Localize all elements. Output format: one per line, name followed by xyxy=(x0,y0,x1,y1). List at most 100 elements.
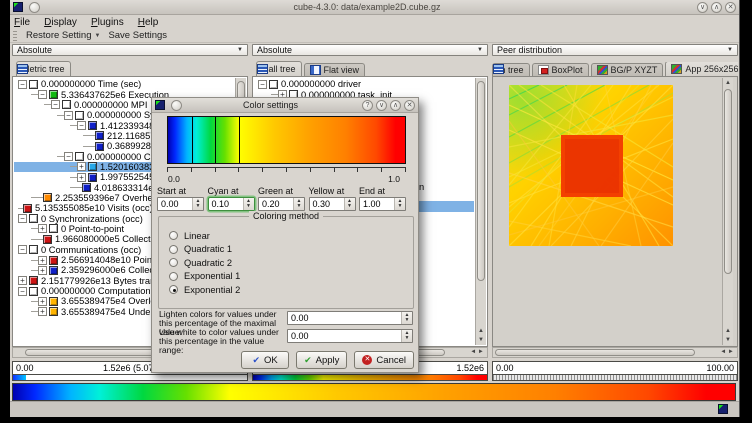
scale-min-label: 0.0 xyxy=(168,174,180,184)
tab-call-tree[interactable]: Call tree xyxy=(256,61,302,76)
boxplot-icon xyxy=(538,65,549,75)
spinbox-arrows[interactable]: ▲▼ xyxy=(401,330,412,342)
radio-icon[interactable] xyxy=(169,258,178,267)
system-vertical-scrollbar[interactable]: ▲ ▲▼ xyxy=(722,78,733,345)
expander-icon[interactable]: − xyxy=(258,80,267,89)
tab-boxplot[interactable]: BoxPlot xyxy=(532,63,589,76)
expander-icon[interactable]: + xyxy=(38,297,47,306)
expander-icon[interactable]: − xyxy=(77,121,86,130)
tab-app-256x256[interactable]: App 256x256 xyxy=(665,62,738,76)
radio-quadratic-1[interactable]: Quadratic 1 xyxy=(169,243,409,257)
scrollbar-arrows[interactable]: ◄ ► xyxy=(718,348,736,357)
radio-icon[interactable] xyxy=(169,231,178,240)
color-gradient-preview xyxy=(167,116,406,164)
spinbox-arrows[interactable]: ▲▼ xyxy=(192,198,203,210)
coloring-method-options: LinearQuadratic 1Quadratic 2Exponential … xyxy=(169,229,409,297)
help-icon[interactable]: ? xyxy=(362,100,373,111)
window-menu-button[interactable] xyxy=(29,2,40,13)
scrollbar-arrows[interactable]: ▲▼ xyxy=(723,327,733,345)
radio-exponential-2[interactable]: Exponential 2 xyxy=(169,283,409,297)
expander-icon[interactable]: + xyxy=(38,256,47,265)
expander-icon[interactable]: + xyxy=(38,224,47,233)
tab-flat-view[interactable]: Flat view xyxy=(304,63,366,76)
title-bar[interactable]: cube-4.3.0: data/example2D.cube.gz ∨ ∧ ✕ xyxy=(10,0,739,15)
scrollbar-thumb[interactable] xyxy=(495,349,695,356)
system-mode-select[interactable]: Peer distribution ▼ xyxy=(492,44,738,56)
expander-icon[interactable]: + xyxy=(38,307,47,316)
ok-button[interactable]: ✔OK xyxy=(241,351,289,369)
menu-plugins[interactable]: Plugins xyxy=(91,17,124,28)
scrollbar-arrows[interactable]: ▲▼ xyxy=(476,327,486,345)
spinbox-arrows[interactable]: ▲▼ xyxy=(243,198,254,210)
expander-icon[interactable]: + xyxy=(77,173,86,182)
menu-file[interactable]: File xyxy=(14,17,30,28)
maximize-icon[interactable]: ∧ xyxy=(711,2,722,13)
expander-icon[interactable]: − xyxy=(18,287,27,296)
close-icon[interactable]: ✕ xyxy=(404,100,415,111)
radio-icon[interactable] xyxy=(169,245,178,254)
call-mode-select[interactable]: Absolute ▼ xyxy=(252,44,488,56)
gradient-marker-green[interactable] xyxy=(215,117,216,163)
scrollbar-thumb[interactable] xyxy=(724,89,732,274)
radio-exponential-1[interactable]: Exponential 1 xyxy=(169,270,409,284)
expander-icon[interactable]: − xyxy=(18,80,27,89)
close-icon[interactable]: ✕ xyxy=(725,2,736,13)
gradient-marker-cyan[interactable] xyxy=(192,117,193,163)
dialog-title-bar[interactable]: Color settings ? ∨ ∧ ✕ xyxy=(152,98,418,113)
color-stop-spinbox[interactable]: 0.30▲▼ xyxy=(309,197,356,211)
chevron-down-icon: ▼ xyxy=(94,33,100,39)
color-stop-spinbox[interactable]: 0.00▲▼ xyxy=(157,197,204,211)
expander-icon[interactable]: − xyxy=(18,245,27,254)
toolbar-handle[interactable] xyxy=(13,31,17,41)
expander-icon[interactable]: + xyxy=(18,276,27,285)
minimize-icon[interactable]: ∨ xyxy=(697,2,708,13)
scrollbar-thumb[interactable] xyxy=(477,81,485,281)
minimize-icon[interactable]: ∨ xyxy=(376,100,387,111)
expander-icon[interactable]: + xyxy=(77,162,86,171)
apply-button[interactable]: ✔Apply xyxy=(296,351,347,369)
color-stop-spinbox[interactable]: 1.00▲▼ xyxy=(359,197,406,211)
metric-mode-select[interactable]: Absolute ▼ xyxy=(12,44,248,56)
scrollbar-arrow-up[interactable]: ▲ xyxy=(723,79,733,88)
severity-color-chip xyxy=(88,121,97,130)
menu-help[interactable]: Help xyxy=(138,17,159,28)
save-settings-button[interactable]: Save Settings xyxy=(104,30,171,41)
expander-icon[interactable]: − xyxy=(51,100,60,109)
expander-icon[interactable]: − xyxy=(18,214,27,223)
dialog-menu-button[interactable] xyxy=(171,100,182,111)
tab-m-tree[interactable]: m tree xyxy=(492,63,530,76)
call-color-strip xyxy=(253,374,487,380)
radio-icon[interactable] xyxy=(169,285,178,294)
spinbox-arrows[interactable]: ▲▼ xyxy=(394,198,405,210)
restore-setting-button[interactable]: Restore Setting ▼ xyxy=(22,30,104,41)
expander-icon[interactable]: − xyxy=(38,90,47,99)
tab-bg-p-xyzt[interactable]: BG/P XYZT xyxy=(591,63,664,76)
tab-metric-tree[interactable]: Metric tree xyxy=(16,61,71,76)
topology-heatmap[interactable] xyxy=(509,85,673,246)
gradient-marker-yellow[interactable] xyxy=(239,117,240,163)
expander-icon[interactable]: + xyxy=(38,266,47,275)
spinbox-arrows[interactable]: ▲▼ xyxy=(401,312,412,324)
expander-icon[interactable]: − xyxy=(64,111,73,120)
cancel-button[interactable]: ✕Cancel xyxy=(354,351,414,369)
lighten-percentage-spinbox[interactable]: 0.00 ▲▼ xyxy=(287,311,413,325)
scrollbar-arrows[interactable]: ◄ ► xyxy=(468,348,486,357)
color-stop-spinbox[interactable]: 0.10▲▼ xyxy=(208,197,255,211)
expander-icon[interactable]: − xyxy=(64,152,73,161)
radio-icon[interactable] xyxy=(169,272,178,281)
radio-quadratic-2[interactable]: Quadratic 2 xyxy=(169,256,409,270)
system-horizontal-scrollbar[interactable]: ◄ ► xyxy=(492,347,738,358)
spinbox-arrows[interactable]: ▲▼ xyxy=(344,198,355,210)
whiten-percentage-value: 0.00 xyxy=(288,331,401,341)
call-vertical-scrollbar[interactable]: ▲▼ xyxy=(475,78,486,345)
call-max-value: 1.52e6 xyxy=(456,363,484,373)
color-stop-spinbox[interactable]: 0.20▲▼ xyxy=(258,197,305,211)
menu-display[interactable]: Display xyxy=(44,17,77,28)
metric-tree-item[interactable]: −0.000000000 Time (sec) xyxy=(14,79,234,89)
scrollbar-thumb[interactable] xyxy=(25,349,165,356)
spinbox-arrows[interactable]: ▲▼ xyxy=(293,198,304,210)
radio-linear[interactable]: Linear xyxy=(169,229,409,243)
whiten-percentage-spinbox[interactable]: 0.00 ▲▼ xyxy=(287,329,413,343)
maximize-icon[interactable]: ∧ xyxy=(390,100,401,111)
call-tree-item[interactable]: −0.000000000 driver xyxy=(254,79,474,89)
